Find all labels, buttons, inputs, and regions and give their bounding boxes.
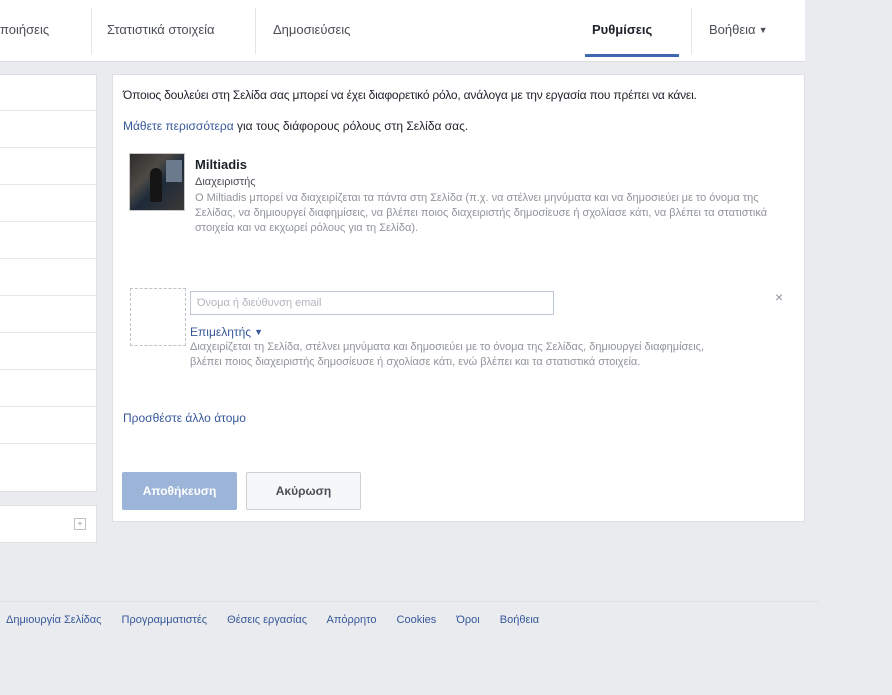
chevron-down-icon: ▼ — [254, 327, 264, 337]
chevron-down-icon: ▼ — [758, 25, 768, 35]
active-tab-indicator — [585, 54, 679, 57]
avatar — [129, 153, 185, 211]
tab-settings[interactable]: Ρυθμίσεις — [592, 22, 652, 37]
sidebar-divider — [0, 110, 97, 111]
sidebar-divider — [0, 184, 97, 185]
cancel-button[interactable]: Ακύρωση — [246, 472, 361, 510]
tab-notifications[interactable]: ποιήσεις — [0, 22, 49, 37]
sidebar-divider — [0, 295, 97, 296]
learn-more-rest: για τους διάφορους ρόλους στη Σελίδα σας… — [233, 119, 469, 133]
tab-divider — [255, 8, 256, 54]
avatar-window — [166, 160, 182, 182]
tab-help[interactable]: Βοήθεια ▼ — [709, 22, 767, 37]
close-icon[interactable]: × — [775, 289, 783, 305]
save-button[interactable]: Αποθήκευση — [122, 472, 237, 510]
user-role: Διαχειριστής — [195, 176, 256, 188]
role-dropdown[interactable]: Επιμελητής ▼ — [190, 325, 263, 339]
footer-link-cookies[interactable]: Cookies — [397, 614, 437, 626]
page-roles-card: Όποιος δουλεύει στη Σελίδα σας μπορεί να… — [112, 74, 805, 522]
footer-link-privacy[interactable]: Απόρρητο — [327, 614, 377, 626]
footer-link-create-page[interactable]: Δημιουργία Σελίδας — [6, 614, 101, 626]
sidebar-divider — [0, 258, 97, 259]
role-description: Διαχειρίζεται τη Σελίδα, στέλνει μηνύματ… — [190, 341, 705, 368]
learn-more-line: Μάθετε περισσότερα για τους διάφορους ρό… — [123, 119, 468, 133]
footer-link-careers[interactable]: Θέσεις εργασίας — [227, 614, 307, 626]
tab-divider — [691, 8, 692, 54]
sidebar-divider — [0, 443, 97, 444]
add-another-person-link[interactable]: Προσθέστε άλλο άτομο — [123, 411, 246, 425]
sidebar-divider — [0, 147, 97, 148]
tab-help-label: Βοήθεια — [709, 22, 756, 37]
sidebar-divider — [0, 221, 97, 222]
tab-publishing-tools[interactable]: Δημοσιεύσεις — [273, 22, 350, 37]
sidebar-activity-log[interactable]: + — [0, 505, 97, 543]
footer-links: Δημιουργία Σελίδας Προγραμματιστές Θέσει… — [6, 614, 556, 626]
avatar-person — [150, 168, 162, 202]
user-name[interactable]: Miltiadis — [195, 157, 247, 172]
learn-more-link[interactable]: Μάθετε περισσότερα — [123, 119, 234, 133]
user-role-description: Ο Miltiadis μπορεί να διαχειρίζεται τα π… — [195, 192, 768, 234]
sidebar-divider — [0, 406, 97, 407]
page-tab-bar: ποιήσεις Στατιστικά στοιχεία Δημοσιεύσει… — [0, 0, 805, 62]
expand-icon[interactable]: + — [74, 518, 86, 530]
sidebar-divider — [0, 369, 97, 370]
tab-insights[interactable]: Στατιστικά στοιχεία — [107, 22, 215, 37]
role-dropdown-label: Επιμελητής — [190, 325, 252, 339]
footer-link-developers[interactable]: Προγραμματιστές — [122, 614, 208, 626]
footer-link-terms[interactable]: Όροι — [456, 614, 479, 626]
footer-link-help[interactable]: Βοήθεια — [500, 614, 539, 626]
settings-sidebar — [0, 74, 97, 492]
footer-divider — [0, 601, 818, 602]
tab-divider — [91, 8, 92, 54]
roles-intro-text: Όποιος δουλεύει στη Σελίδα σας μπορεί να… — [123, 88, 697, 102]
email-field[interactable] — [190, 291, 554, 315]
sidebar-divider — [0, 332, 97, 333]
new-person-avatar-placeholder — [130, 288, 186, 346]
